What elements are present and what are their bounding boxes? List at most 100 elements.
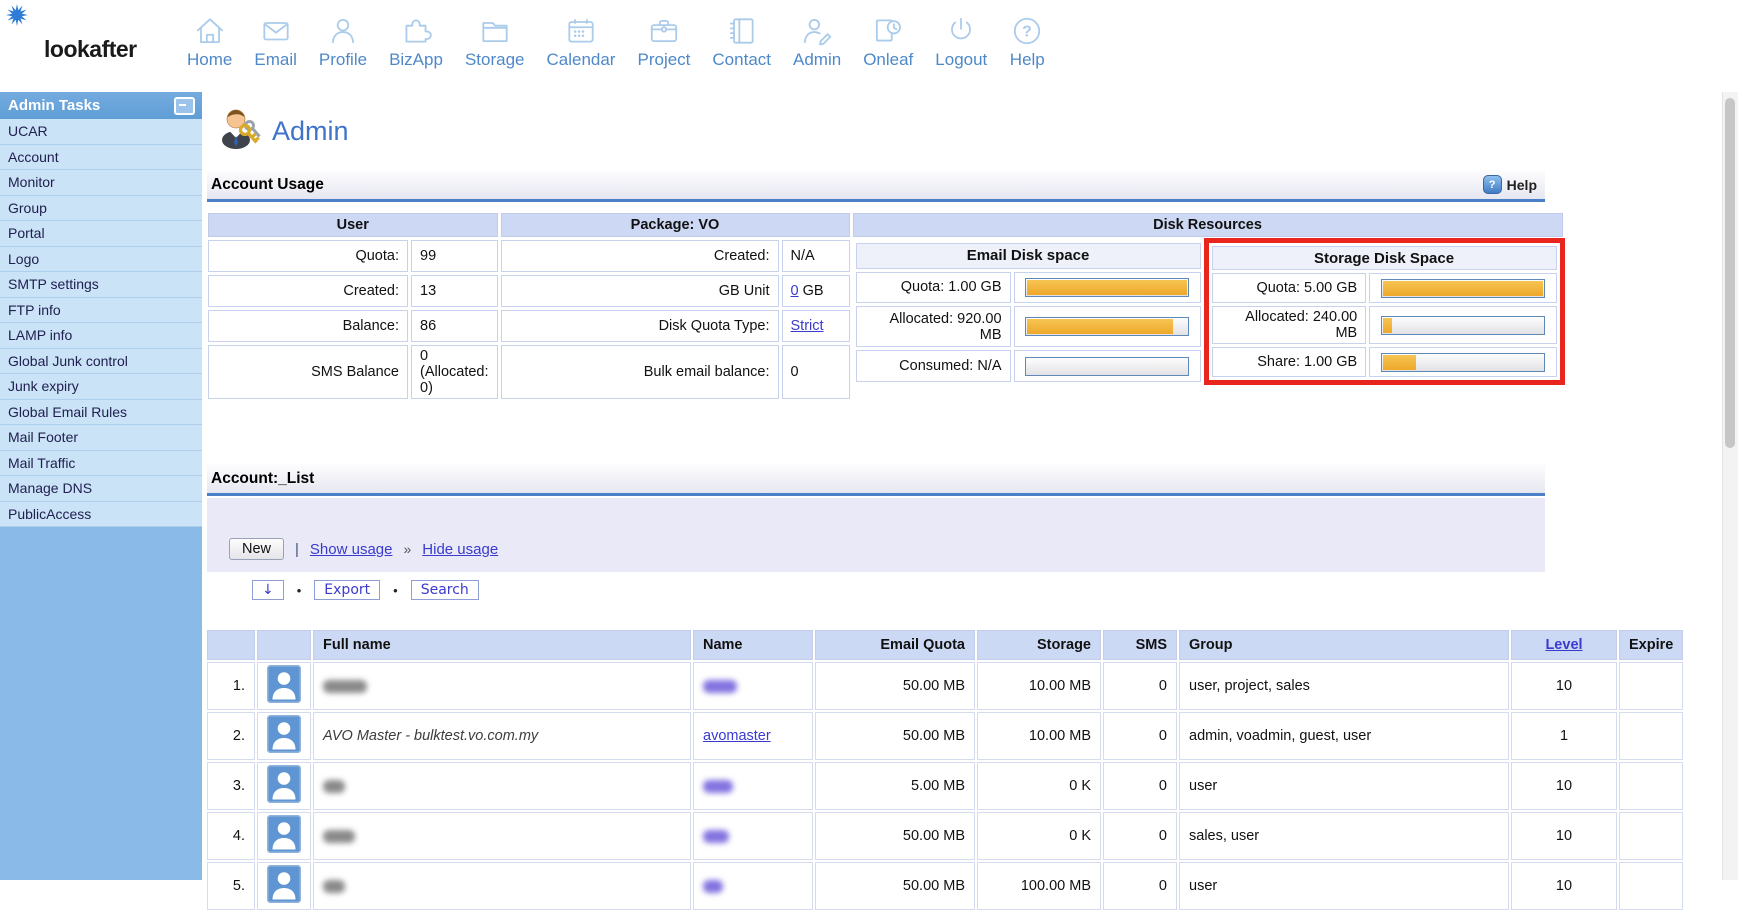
nav-item-logout[interactable]: Logout <box>924 8 998 70</box>
sidebar: Admin Tasks UCARAccountMonitorGroupPorta… <box>0 92 202 880</box>
group-header-package: Package: VO <box>501 213 850 237</box>
level-cell: 10 <box>1511 662 1617 710</box>
sidebar-item-global-email-rules[interactable]: Global Email Rules <box>0 400 202 426</box>
usage-value: 99 <box>411 240 498 272</box>
account-name-link[interactable]: avomaster <box>703 728 771 744</box>
nav-item-contact[interactable]: Contact <box>701 8 782 70</box>
nav-item-profile[interactable]: Profile <box>308 8 378 70</box>
page-title: Admin <box>272 116 349 147</box>
email-disk-bar-cell <box>1014 350 1201 382</box>
highlight-red-box: Storage Disk Space Quota: 5.00 GBAllocat… <box>1204 238 1565 385</box>
account-list-title: Account:_List <box>207 470 314 488</box>
col-level: Level <box>1511 630 1617 660</box>
brand-star-icon <box>6 4 28 26</box>
nav-item-email[interactable]: Email <box>243 8 308 70</box>
nav-item-admin[interactable]: Admin <box>782 8 852 70</box>
redacted-name <box>703 680 737 693</box>
sidebar-item-ftp-info[interactable]: FTP info <box>0 298 202 324</box>
name-cell <box>693 812 813 860</box>
hide-usage-link[interactable]: Hide usage <box>422 541 498 558</box>
email-disk-table: Email Disk space Quota: 1.00 GBAllocated… <box>853 240 1204 385</box>
sidebar-item-portal[interactable]: Portal <box>0 221 202 247</box>
nav-label: Calendar <box>546 50 615 70</box>
expire-cell <box>1619 762 1683 810</box>
redacted-full-name <box>323 880 345 893</box>
full-name: AVO Master - bulktest.vo.com.my <box>323 728 538 744</box>
nav-label: BizApp <box>389 50 443 70</box>
sidebar-item-junk-expiry[interactable]: Junk expiry <box>0 374 202 400</box>
sidebar-item-mail-traffic[interactable]: Mail Traffic <box>0 451 202 477</box>
sidebar-item-manage-dns[interactable]: Manage DNS <box>0 476 202 502</box>
sidebar-item-monitor[interactable]: Monitor <box>0 170 202 196</box>
avatar <box>267 741 301 757</box>
storage-disk-bar-cell <box>1369 347 1556 377</box>
sidebar-item-lamp-info[interactable]: LAMP info <box>0 323 202 349</box>
nav-label: Email <box>254 50 297 70</box>
sidebar-item-smtp-settings[interactable]: SMTP settings <box>0 272 202 298</box>
storage-disk-label: Quota: 5.00 GB <box>1212 273 1367 303</box>
storage-disk-progress-bar <box>1381 279 1545 298</box>
storage-disk-rows: Quota: 5.00 GBAllocated: 240.00 MBShare:… <box>1212 273 1557 377</box>
col-full-name: Full name <box>313 630 691 660</box>
sidebar-item-account[interactable]: Account <box>0 145 202 171</box>
nav-item-storage[interactable]: Storage <box>454 8 536 70</box>
sidebar-item-logo[interactable]: Logo <box>0 247 202 273</box>
account-list-table: Full name Name Email Quota Storage SMS G… <box>205 628 1685 912</box>
disk-resources-cell: Email Disk space Quota: 1.00 GBAllocated… <box>853 240 1563 399</box>
nav-label: Project <box>637 50 690 70</box>
expire-cell <box>1619 712 1683 760</box>
storage-cell: 0 K <box>977 762 1101 810</box>
gb-unit-link[interactable]: 0 <box>791 283 799 299</box>
nav-item-bizapp[interactable]: BizApp <box>378 8 454 70</box>
sidebar-item-ucar[interactable]: UCAR <box>0 119 202 145</box>
sidebar-item-publicaccess[interactable]: PublicAccess <box>0 502 202 528</box>
export-button[interactable]: Export <box>314 580 380 600</box>
nav-label: Contact <box>712 50 771 70</box>
sidebar-item-global-junk-control[interactable]: Global Junk control <box>0 349 202 375</box>
list-rows: 1.50.00 MB10.00 MB0user, project, sales1… <box>207 662 1683 910</box>
contact-icon <box>724 8 760 48</box>
sidebar-item-mail-footer[interactable]: Mail Footer <box>0 425 202 451</box>
nav-item-home[interactable]: Home <box>176 8 243 70</box>
bullet: • <box>393 583 398 598</box>
sidebar-header: Admin Tasks <box>0 92 202 119</box>
full-name-cell <box>313 812 691 860</box>
level-cell: 10 <box>1511 762 1617 810</box>
sms-cell: 0 <box>1103 712 1177 760</box>
full-name-cell <box>313 662 691 710</box>
scrollbar-thumb[interactable] <box>1725 98 1735 448</box>
storage-disk-label: Share: 1.00 GB <box>1212 347 1367 377</box>
new-button[interactable]: New <box>229 538 284 560</box>
brand-logo: lookafter <box>44 36 137 63</box>
help-button[interactable]: ? Help <box>1483 175 1545 194</box>
sort-button[interactable]: ↓ <box>252 580 284 600</box>
usage-value: 0 <box>782 345 850 399</box>
group-header-disk: Disk Resources <box>853 213 1563 237</box>
redacted-name <box>703 830 729 843</box>
sidebar-item-group[interactable]: Group <box>0 196 202 222</box>
storage-disk-title: Storage Disk Space <box>1212 246 1557 270</box>
sidebar-title: Admin Tasks <box>8 97 100 114</box>
nav-item-calendar[interactable]: Calendar <box>535 8 626 70</box>
level-sort-link[interactable]: Level <box>1545 637 1582 653</box>
sms-cell: 0 <box>1103 812 1177 860</box>
sms-cell: 0 <box>1103 762 1177 810</box>
email-disk-rows: Quota: 1.00 GBAllocated: 920.00 MBConsum… <box>856 272 1201 383</box>
sidebar-items: UCARAccountMonitorGroupPortalLogoSMTP se… <box>0 119 202 527</box>
show-usage-link[interactable]: Show usage <box>310 541 393 558</box>
nav-item-help[interactable]: ?Help <box>998 8 1056 70</box>
disk-quota-type-link[interactable]: Strict <box>791 318 824 334</box>
avatar-cell <box>257 862 311 910</box>
nav-item-onleaf[interactable]: Onleaf <box>852 8 924 70</box>
col-index <box>207 630 255 660</box>
nav-item-project[interactable]: Project <box>626 8 701 70</box>
level-cell: 10 <box>1511 862 1617 910</box>
top-nav: Home Email Profile BizApp Storage Calendar Pro… <box>176 8 1056 70</box>
collapse-icon[interactable] <box>174 97 195 115</box>
col-email-quota: Email Quota <box>815 630 975 660</box>
storage-cell: 0 K <box>977 812 1101 860</box>
nav-label: Storage <box>465 50 525 70</box>
search-button[interactable]: Search <box>411 580 479 600</box>
usage-value: 0 (Allocated: 0) <box>411 345 498 399</box>
full-name-cell <box>313 862 691 910</box>
